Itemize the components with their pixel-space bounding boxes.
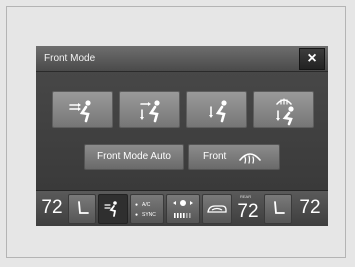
rear-temp[interactable]: 72 [234, 195, 262, 226]
vent-mode-icon [69, 100, 91, 123]
ac-sync-button[interactable]: ● A/C ● SYNC [130, 194, 164, 224]
bilevel-mode-button[interactable] [119, 91, 180, 128]
passenger-seat-heat-button[interactable] [264, 194, 292, 224]
front-mode-auto-button[interactable]: Front Mode Auto [84, 144, 184, 170]
close-button[interactable]: × [299, 48, 325, 70]
vent-mode-icon [104, 201, 117, 217]
mode-panel: Front Mode Auto Front [36, 72, 328, 190]
fan-icon [173, 200, 193, 218]
ac-label: A/C [142, 202, 151, 208]
bottom-bar: 72 ● A/C ● SYNC REAR 72 72 [36, 190, 328, 226]
climate-screen: Front Mode × Front Mode Auto Front 72 ● … [36, 46, 328, 226]
floor-defrost-mode-icon [276, 98, 294, 126]
front-mode-auto-label: Front Mode Auto [97, 151, 171, 162]
passenger-temp[interactable]: 72 [296, 191, 324, 225]
front-defrost-label: Front [203, 151, 227, 162]
window-title: Front Mode [44, 53, 96, 64]
bilevel-mode-icon [140, 100, 160, 123]
seat-heater-icon [78, 201, 89, 214]
fan-speed-button[interactable] [166, 194, 200, 224]
front-mode-button[interactable] [98, 194, 128, 224]
driver-temp[interactable]: 72 [38, 191, 66, 225]
floor-mode-button[interactable] [186, 91, 247, 128]
ac-indicator-dot: ● [135, 202, 139, 208]
front-defrost-button[interactable]: Front [188, 144, 280, 170]
recirculation-button[interactable] [202, 194, 232, 224]
sync-indicator-dot: ● [135, 212, 139, 218]
floor-mode-icon [209, 100, 227, 123]
close-icon: × [307, 50, 317, 67]
vent-mode-button[interactable] [52, 91, 113, 128]
floor-defrost-mode-button[interactable] [253, 91, 314, 128]
defrost-icon [239, 153, 261, 164]
seat-heater-icon [274, 201, 285, 214]
sync-label: SYNC [142, 212, 156, 218]
recirculation-icon [207, 205, 227, 213]
driver-seat-heat-button[interactable] [68, 194, 96, 224]
title-bar: Front Mode × [36, 46, 328, 72]
